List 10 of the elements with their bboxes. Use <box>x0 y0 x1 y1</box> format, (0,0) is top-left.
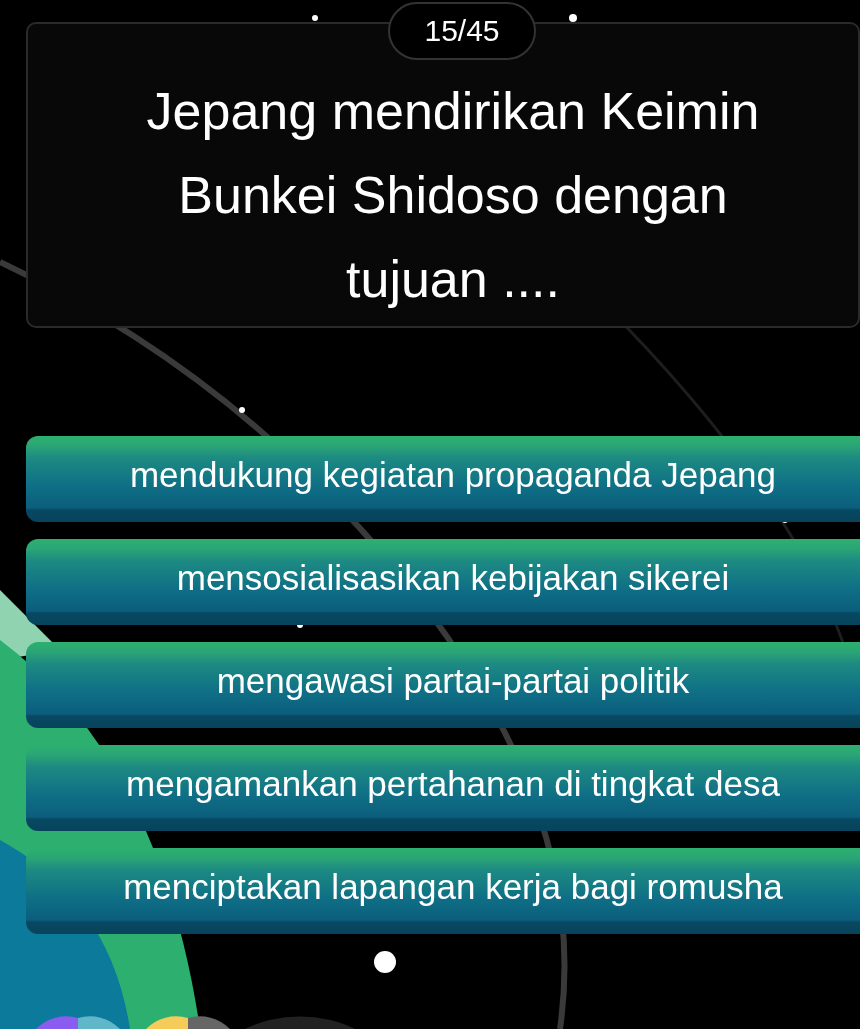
answer-option[interactable]: menciptakan lapangan kerja bagi romusha <box>26 848 860 934</box>
avatar-icon <box>36 1016 120 1029</box>
avatar-icon <box>245 1016 355 1029</box>
answer-option[interactable]: mengamankan pertahanan di tingkat desa <box>26 745 860 831</box>
answer-option[interactable]: mengawasi partai-partai politik <box>26 642 860 728</box>
answer-option[interactable]: mensosialisasikan kebijakan sikerei <box>26 539 860 625</box>
question-counter: 15/45 <box>388 2 536 60</box>
question-text: Jepang mendirikan Keimin Bunkei Shidoso dengan tujuan .... <box>145 81 761 310</box>
avatar-icon <box>146 1016 230 1029</box>
answer-option[interactable]: mendukung kegiatan propaganda Jepang <box>26 436 860 522</box>
